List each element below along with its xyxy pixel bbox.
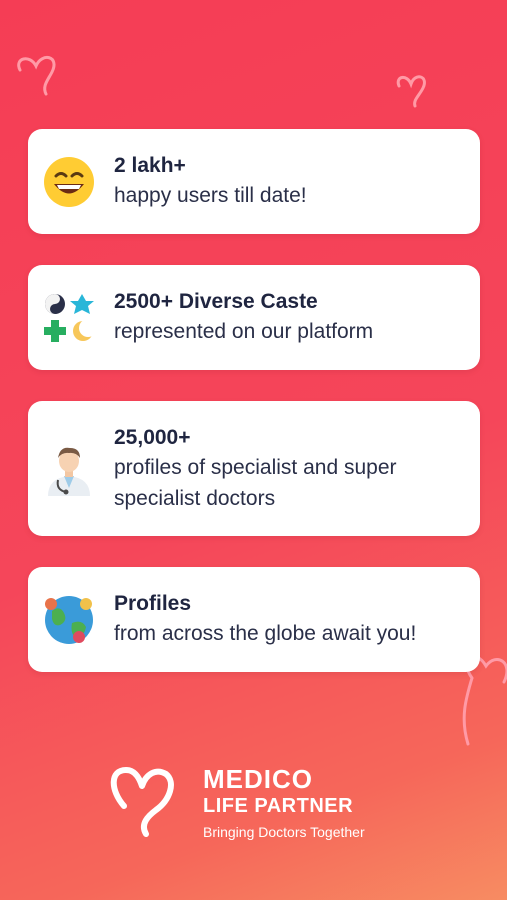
stat-description: from across the globe await you! bbox=[114, 622, 417, 645]
stat-card-doctors: 25,000+ profiles of specialist and super… bbox=[28, 401, 480, 536]
stat-description: represented on our platform bbox=[114, 320, 374, 343]
stat-description: profiles of specialist and super special… bbox=[114, 455, 397, 510]
heart-doodle-icon bbox=[17, 56, 56, 96]
doctor-icon bbox=[48, 447, 90, 496]
stat-title: 2 lakh+ bbox=[114, 154, 186, 177]
brand-block: MEDICO LIFE PARTNER Bringing Doctors Tog… bbox=[100, 758, 460, 848]
religion-symbols-icon bbox=[44, 293, 96, 342]
stat-title: 2500+ Diverse Caste bbox=[114, 290, 318, 313]
stat-description: happy users till date! bbox=[114, 184, 307, 207]
brand-subtitle: LIFE PARTNER bbox=[203, 795, 354, 817]
brand-name: MEDICO bbox=[203, 764, 313, 794]
stat-card-global: Profiles from across the globe await you… bbox=[28, 567, 480, 672]
brand-tagline: Bringing Doctors Together bbox=[203, 824, 365, 840]
globe-people-icon bbox=[45, 595, 93, 644]
grinning-face-icon bbox=[44, 156, 94, 207]
heart-doodle-icon bbox=[396, 75, 426, 108]
stat-title: 25,000+ bbox=[114, 425, 191, 449]
stat-card-caste: 2500+ Diverse Caste represented on our p… bbox=[28, 265, 480, 370]
heart-logo-icon bbox=[110, 767, 174, 837]
stat-card-users: 2 lakh+ happy users till date! bbox=[28, 129, 480, 234]
stat-title: Profiles bbox=[114, 592, 192, 615]
